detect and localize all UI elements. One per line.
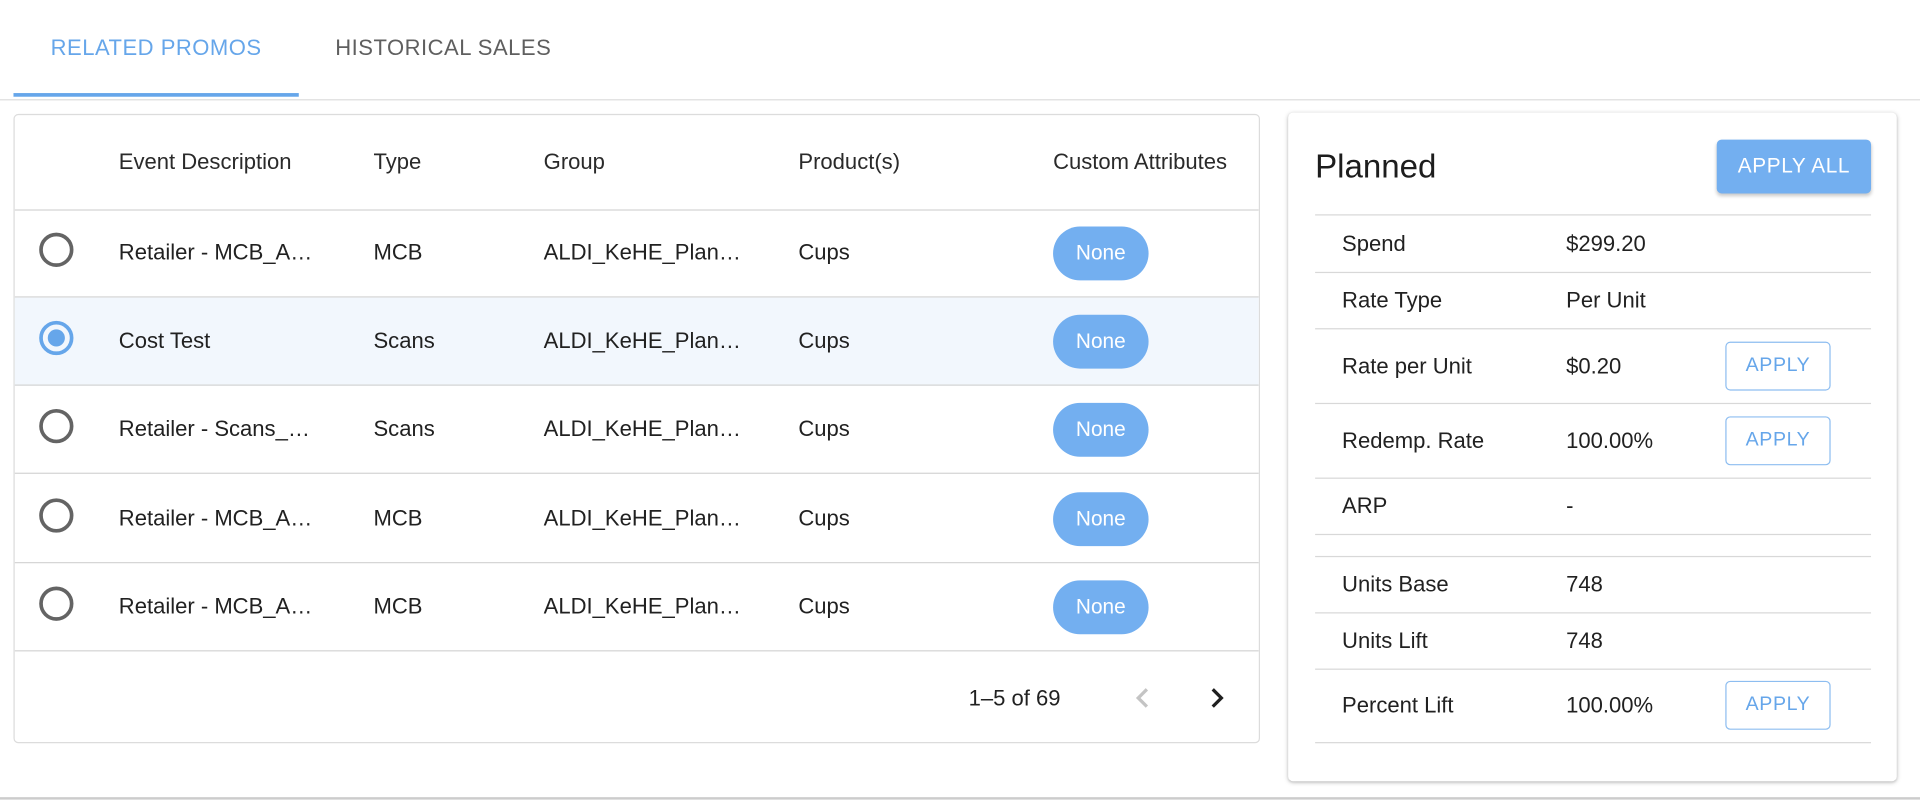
planned-row-units-lift: Units Lift 748 (1315, 612, 1872, 668)
group-cell: ALDI_KeHE_Plan… (543, 593, 741, 619)
planned-row-percent-lift: Percent Lift 100.00% APPLY (1315, 668, 1872, 744)
apply-all-button[interactable]: APPLY ALL (1716, 139, 1872, 194)
row-radio-button[interactable] (39, 232, 74, 267)
apply-redemp-rate-button[interactable]: APPLY (1725, 416, 1831, 466)
group-cell: ALDI_KeHE_Plan… (543, 505, 741, 531)
planned-row-label: Rate Type (1342, 287, 1443, 313)
apply-rate-per-unit-button[interactable]: APPLY (1725, 341, 1831, 391)
planned-row-spend: Spend $299.20 (1315, 214, 1872, 272)
group-cell: ALDI_KeHE_Plan… (543, 240, 741, 265)
type-cell: MCB (373, 240, 423, 265)
table-row[interactable]: Retailer - Scans_… Scans ALDI_KeHE_Plan…… (14, 386, 1259, 474)
pagination-range: 1–5 of 69 (968, 685, 1061, 710)
planned-row-label: Units Lift (1342, 628, 1428, 653)
custom-attributes-chip[interactable]: None (1053, 225, 1149, 280)
row-radio-button[interactable] (39, 320, 74, 356)
planned-row-value: Per Unit (1566, 287, 1646, 313)
table-row[interactable]: Cost Test Scans ALDI_KeHE_Plan… Cups Non… (14, 297, 1259, 386)
custom-attributes-chip[interactable]: None (1053, 314, 1149, 368)
custom-attributes-cell: None (1053, 475, 1149, 562)
related-promos-table: Event Description Type Group Product(s) … (13, 113, 1261, 744)
row-radio-button[interactable] (39, 498, 74, 533)
active-tab-indicator (13, 93, 299, 97)
planned-row-value: $0.20 (1566, 353, 1622, 378)
custom-attributes-chip[interactable]: None (1053, 402, 1149, 457)
products-cell: Cups (798, 593, 850, 619)
column-header-type[interactable]: Type (373, 115, 421, 209)
column-header-event-description[interactable]: Event Description (119, 115, 292, 209)
apply-percent-lift-button[interactable]: APPLY (1725, 680, 1831, 730)
tab-related-promos[interactable]: RELATED PROMOS (13, 0, 298, 97)
planned-panel: Planned APPLY ALL Spend $299.20 Rate Typ… (1288, 112, 1897, 782)
planned-row-arp: ARP - (1315, 477, 1872, 534)
event-description-cell: Cost Test (118, 328, 211, 353)
type-cell: MCB (373, 505, 423, 531)
planned-row-value: $299.20 (1566, 230, 1646, 256)
planned-row-rate-per-unit: Rate per Unit $0.20 APPLY (1315, 328, 1872, 403)
row-radio-button[interactable] (39, 408, 74, 444)
type-cell: Scans (373, 416, 435, 441)
type-cell: MCB (373, 593, 423, 619)
chevron-left-icon (1135, 688, 1149, 708)
planned-row-value: 100.00% (1566, 427, 1654, 453)
planned-row-redemp-rate: Redemp. Rate 100.00% APPLY (1315, 402, 1872, 478)
planned-row-value: 748 (1566, 628, 1603, 653)
planned-row-label: Redemp. Rate (1342, 427, 1485, 453)
row-radio-button[interactable] (39, 586, 74, 621)
event-description-cell: Retailer - Scans_… (118, 416, 310, 441)
custom-attributes-cell: None (1053, 209, 1149, 296)
planned-row-spacer (1315, 533, 1872, 556)
custom-attributes-cell: None (1053, 386, 1149, 473)
tab-historical-sales[interactable]: HISTORICAL SALES (299, 0, 588, 97)
products-cell: Cups (798, 416, 850, 441)
planned-row-label: Spend (1342, 230, 1406, 256)
planned-title: Planned (1315, 147, 1437, 185)
radio-selected-dot (47, 329, 65, 347)
next-page-button[interactable] (1198, 678, 1237, 717)
planned-row-label: Units Base (1342, 571, 1449, 597)
planned-row-label: ARP (1342, 493, 1388, 518)
custom-attributes-chip[interactable]: None (1053, 491, 1149, 546)
previous-page-button[interactable] (1123, 678, 1162, 717)
event-description-cell: Retailer - MCB_A… (118, 593, 313, 619)
type-cell: Scans (373, 328, 435, 353)
planned-row-value: 748 (1566, 571, 1603, 597)
table-row[interactable]: Retailer - MCB_A… MCB ALDI_KeHE_Plan… Cu… (14, 475, 1259, 564)
event-description-cell: Retailer - MCB_A… (118, 240, 313, 265)
group-cell: ALDI_KeHE_Plan… (543, 416, 741, 441)
products-cell: Cups (798, 505, 850, 531)
tab-bar: RELATED PROMOS HISTORICAL SALES (0, 0, 1920, 101)
planned-row-value: 100.00% (1566, 693, 1654, 718)
products-cell: Cups (798, 328, 850, 353)
custom-attributes-cell: None (1053, 563, 1149, 650)
custom-attributes-cell: None (1053, 298, 1149, 385)
planned-row-label: Rate per Unit (1342, 353, 1472, 378)
group-cell: ALDI_KeHE_Plan… (543, 328, 741, 353)
table-pagination: 1–5 of 69 (15, 654, 1259, 742)
custom-attributes-chip[interactable]: None (1053, 579, 1149, 634)
column-header-group[interactable]: Group (544, 115, 605, 209)
planned-row-value: - (1566, 493, 1574, 518)
column-header-custom-attributes[interactable]: Custom Attributes (1053, 115, 1227, 209)
table-row[interactable]: Retailer - MCB_A… MCB ALDI_KeHE_Plan… Cu… (14, 209, 1259, 298)
planned-row-units-base: Units Base 748 (1315, 555, 1872, 612)
products-cell: Cups (798, 240, 850, 265)
planned-row-label: Percent Lift (1342, 693, 1454, 718)
planned-row-rate-type: Rate Type Per Unit (1315, 271, 1872, 328)
table-header: Event Description Type Group Product(s) … (14, 115, 1259, 211)
column-header-products[interactable]: Product(s) (798, 115, 900, 209)
chevron-right-icon (1211, 688, 1224, 708)
bottom-divider (0, 797, 1920, 800)
event-description-cell: Retailer - MCB_A… (118, 505, 313, 531)
table-row[interactable]: Retailer - MCB_A… MCB ALDI_KeHE_Plan… Cu… (14, 563, 1259, 652)
